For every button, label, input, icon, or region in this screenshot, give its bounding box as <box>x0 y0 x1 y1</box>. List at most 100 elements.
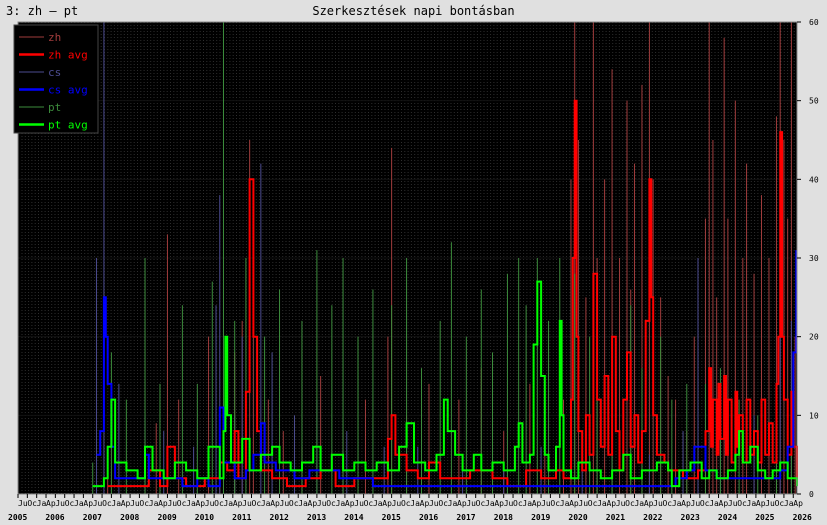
x-month-label: Ja <box>597 499 607 508</box>
x-year-label: 2005 <box>8 513 27 522</box>
x-month-label: Ju <box>280 499 290 508</box>
x-month-label: Ju <box>728 499 738 508</box>
x-year-label: 2022 <box>643 513 662 522</box>
x-month-label: Ja <box>223 499 233 508</box>
x-month-label: Ap <box>457 499 467 508</box>
x-month-label: Ap <box>494 499 504 508</box>
x-month-label: Ap <box>233 499 243 508</box>
x-month-label: Ja <box>298 499 308 508</box>
x-month-label: Oc <box>252 499 262 508</box>
x-month-label: Ju <box>392 499 402 508</box>
x-month-label: Ja <box>709 499 719 508</box>
x-year-label: 2026 <box>793 513 812 522</box>
x-month-label: Ap <box>345 499 355 508</box>
x-month-label: Ap <box>308 499 318 508</box>
x-month-label: Oc <box>625 499 635 508</box>
x-month-label: Oc <box>662 499 672 508</box>
x-month-label: Ja <box>634 499 644 508</box>
x-month-label: Ju <box>317 499 327 508</box>
x-month-label: Ap <box>532 499 542 508</box>
x-month-label: Ju <box>167 499 177 508</box>
legend-label-pt_avg: pt avg <box>48 119 88 132</box>
x-month-label: Oc <box>401 499 411 508</box>
x-year-label: 2020 <box>568 513 587 522</box>
y-tick-label: 20 <box>809 333 819 342</box>
x-year-label: 2012 <box>270 513 289 522</box>
x-year-label: 2023 <box>681 513 700 522</box>
y-tick-label: 60 <box>809 18 819 27</box>
x-month-label: Ap <box>158 499 168 508</box>
legend-label-cs_avg: cs avg <box>48 84 88 97</box>
x-year-label: 2010 <box>195 513 214 522</box>
x-month-label: Ap <box>121 499 131 508</box>
x-year-label: 2021 <box>606 513 625 522</box>
x-year-label: 2025 <box>755 513 774 522</box>
x-month-label: Ju <box>354 499 364 508</box>
y-tick-label: 40 <box>809 175 819 184</box>
x-month-label: Oc <box>65 499 75 508</box>
x-month-label: Ja <box>672 499 682 508</box>
x-month-label: Ju <box>578 499 588 508</box>
x-month-label: Oc <box>139 499 149 508</box>
x-month-label: Ap <box>719 499 729 508</box>
x-year-label: 2018 <box>494 513 513 522</box>
x-month-label: Ja <box>186 499 196 508</box>
x-month-label: Ju <box>765 499 775 508</box>
legend: zh zh avg cs cs avg pt pt avg <box>13 24 99 134</box>
x-month-label: Ja <box>37 499 47 508</box>
y-tick-label: 30 <box>809 254 819 263</box>
x-month-label: Oc <box>476 499 486 508</box>
x-month-label: Ap <box>83 499 93 508</box>
x-month-label: Ja <box>74 499 84 508</box>
x-month-label: Ju <box>504 499 514 508</box>
x-month-label: Oc <box>27 499 37 508</box>
x-year-label: 2017 <box>456 513 475 522</box>
x-month-label: Ja <box>485 499 495 508</box>
x-month-label: Ju <box>429 499 439 508</box>
y-tick-label: 0 <box>809 490 814 499</box>
x-year-label: 2013 <box>307 513 326 522</box>
x-month-label: Ju <box>616 499 626 508</box>
x-month-label: Ja <box>448 499 458 508</box>
x-year-label: 2014 <box>344 513 363 522</box>
x-year-label: 2019 <box>531 513 550 522</box>
legend-label-zh_avg: zh avg <box>48 49 88 62</box>
x-month-label: Ju <box>541 499 551 508</box>
x-month-label: Oc <box>588 499 598 508</box>
legend-label-pt: pt <box>48 101 61 114</box>
edits-chart: 0102030405060Ju Oc Ja Ap Ju Oc Ja Ap Ju Oc Ja Ap Ju O… <box>8 18 819 522</box>
x-month-label: Oc <box>775 499 785 508</box>
x-month-label: Oc <box>177 499 187 508</box>
x-year-label: 2009 <box>157 513 176 522</box>
legend-label-zh: zh <box>48 31 61 44</box>
x-month-label: Oc <box>550 499 560 508</box>
x-month-label: Ju <box>205 499 215 508</box>
x-month-label: Ap <box>793 499 803 508</box>
x-month-label: Oc <box>214 499 224 508</box>
x-month-label: Ap <box>46 499 56 508</box>
x-month-label: Ja <box>261 499 271 508</box>
y-tick-label: 50 <box>809 97 819 106</box>
x-year-label: 2011 <box>232 513 251 522</box>
x-year-label: 2015 <box>382 513 401 522</box>
x-year-label: 2008 <box>120 513 139 522</box>
x-month-label: Ju <box>130 499 140 508</box>
x-year-label: 2016 <box>419 513 438 522</box>
x-month-label: Ja <box>747 499 757 508</box>
x-month-label: Ap <box>569 499 579 508</box>
x-month-label: Ja <box>410 499 420 508</box>
x-month-label: Ja <box>522 499 532 508</box>
legend-label-cs: cs <box>48 66 61 79</box>
x-month-label: Oc <box>364 499 374 508</box>
x-year-label: 2024 <box>718 513 737 522</box>
x-year-label: 2007 <box>83 513 102 522</box>
x-month-label: Oc <box>438 499 448 508</box>
y-tick-label: 10 <box>809 411 819 420</box>
x-year-label: 2006 <box>45 513 64 522</box>
x-month-label: Oc <box>700 499 710 508</box>
x-month-label: Ap <box>756 499 766 508</box>
x-month-label: Ju <box>93 499 103 508</box>
x-month-label: Ap <box>270 499 280 508</box>
x-month-label: Ap <box>681 499 691 508</box>
x-month-label: Ap <box>382 499 392 508</box>
